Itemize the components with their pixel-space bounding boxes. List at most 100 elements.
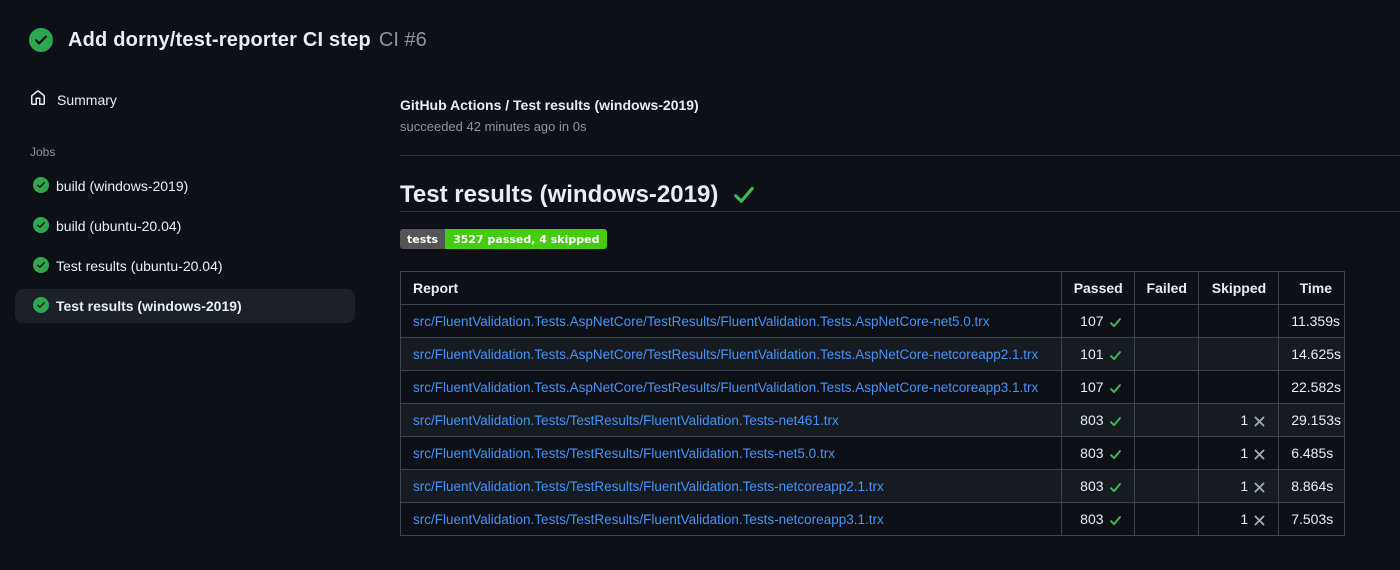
skipped-cell: 1 <box>1198 403 1280 437</box>
sidebar-job-item[interactable]: build (ubuntu-20.04) <box>15 209 355 243</box>
passed-count: 107 <box>1080 379 1104 395</box>
time-cell: 22.582s <box>1278 370 1345 404</box>
check-icon <box>1109 450 1121 460</box>
check-icon <box>1109 351 1121 361</box>
failed-cell <box>1133 469 1200 503</box>
passed-count: 803 <box>1080 511 1104 527</box>
job-label: Test results (windows-2019) <box>56 298 242 314</box>
run-header: Add dorny/test-reporter CI step CI #6 <box>29 28 427 52</box>
workflow-run-page: Add dorny/test-reporter CI step CI #6 Su… <box>0 0 1400 570</box>
skipped-count: 1 <box>1240 445 1249 461</box>
badge-value: 3527 passed, 4 skipped <box>445 229 608 249</box>
divider <box>400 155 1400 156</box>
check-run-status: succeeded 42 minutes ago in 0s <box>400 119 587 134</box>
report-link[interactable]: src/FluentValidation.Tests/TestResults/F… <box>413 446 835 461</box>
report-cell: src/FluentValidation.Tests/TestResults/F… <box>400 436 1062 470</box>
skipped-cell: 1 <box>1198 502 1280 536</box>
report-link[interactable]: src/FluentValidation.Tests.AspNetCore/Te… <box>413 314 990 329</box>
column-header-report: Report <box>400 271 1062 305</box>
skipped-cell <box>1198 337 1280 371</box>
column-header-time: Time <box>1278 271 1345 305</box>
report-cell: src/FluentValidation.Tests.AspNetCore/Te… <box>400 337 1062 371</box>
skipped-count: 1 <box>1240 412 1249 428</box>
table-row: src/FluentValidation.Tests/TestResults/F… <box>400 436 1345 470</box>
table-row: src/FluentValidation.Tests.AspNetCore/Te… <box>400 370 1345 404</box>
passed-cell: 803 <box>1060 502 1135 536</box>
main-content: GitHub Actions / Test results (windows-2… <box>400 96 1400 536</box>
report-link[interactable]: src/FluentValidation.Tests/TestResults/F… <box>413 512 884 527</box>
report-link[interactable]: src/FluentValidation.Tests.AspNetCore/Te… <box>413 380 1038 395</box>
column-header-failed: Failed <box>1133 271 1200 305</box>
report-cell: src/FluentValidation.Tests.AspNetCore/Te… <box>400 304 1062 338</box>
failed-cell <box>1133 403 1200 437</box>
x-icon <box>1254 449 1265 460</box>
passed-count: 107 <box>1080 313 1104 329</box>
sidebar-job-item[interactable]: Test results (windows-2019) <box>15 289 355 323</box>
check-circle-icon <box>29 28 53 52</box>
passed-cell: 107 <box>1060 304 1135 338</box>
failed-cell <box>1133 502 1200 536</box>
check-circle-icon <box>33 216 49 236</box>
skipped-count: 1 <box>1240 511 1249 527</box>
check-icon <box>1109 318 1121 328</box>
check-circle-icon <box>33 176 49 196</box>
report-cell: src/FluentValidation.Tests/TestResults/F… <box>400 403 1062 437</box>
report-link[interactable]: src/FluentValidation.Tests/TestResults/F… <box>413 479 884 494</box>
check-icon <box>1109 516 1121 526</box>
sidebar-item-summary[interactable]: Summary <box>30 88 390 112</box>
table-row: src/FluentValidation.Tests/TestResults/F… <box>400 502 1345 536</box>
time-cell: 14.625s <box>1278 337 1345 371</box>
passed-count: 803 <box>1080 478 1104 494</box>
x-icon <box>1254 416 1265 427</box>
skipped-count: 1 <box>1240 478 1249 494</box>
skipped-cell: 1 <box>1198 469 1280 503</box>
check-icon <box>732 183 756 207</box>
home-icon <box>30 89 46 111</box>
passed-count: 803 <box>1080 445 1104 461</box>
check-circle-icon <box>33 296 49 316</box>
job-label: build (windows-2019) <box>56 178 189 194</box>
passed-cell: 101 <box>1060 337 1135 371</box>
section-head: Test results (windows-2019) <box>400 180 1400 210</box>
check-icon <box>1109 417 1121 427</box>
results-table: Report Passed Failed Skipped Time src/Fluent… <box>400 271 1345 536</box>
results-table-header: Report Passed Failed Skipped Time <box>400 271 1345 305</box>
table-row: src/FluentValidation.Tests.AspNetCore/Te… <box>400 337 1345 371</box>
report-cell: src/FluentValidation.Tests/TestResults/F… <box>400 502 1062 536</box>
time-cell: 29.153s <box>1278 403 1345 437</box>
report-link[interactable]: src/FluentValidation.Tests/TestResults/F… <box>413 413 839 428</box>
report-link[interactable]: src/FluentValidation.Tests.AspNetCore/Te… <box>413 347 1038 362</box>
passed-cell: 107 <box>1060 370 1135 404</box>
tests-badge: tests 3527 passed, 4 skipped <box>400 229 608 249</box>
table-row: src/FluentValidation.Tests/TestResults/F… <box>400 403 1345 437</box>
badge-label: tests <box>400 229 446 249</box>
job-label: Test results (ubuntu-20.04) <box>56 258 223 274</box>
failed-cell <box>1133 304 1200 338</box>
failed-cell <box>1133 337 1200 371</box>
check-icon <box>1109 483 1121 493</box>
column-header-skipped: Skipped <box>1198 271 1280 305</box>
time-cell: 8.864s <box>1278 469 1345 503</box>
time-cell: 6.485s <box>1278 436 1345 470</box>
sidebar-job-item[interactable]: build (windows-2019) <box>15 169 355 203</box>
jobs-section-label: Jobs <box>30 145 56 159</box>
table-row: src/FluentValidation.Tests/TestResults/F… <box>400 469 1345 503</box>
job-label: build (ubuntu-20.04) <box>56 218 182 234</box>
passed-cell: 803 <box>1060 436 1135 470</box>
results-table-body: src/FluentValidation.Tests.AspNetCore/Te… <box>400 304 1345 536</box>
failed-cell <box>1133 436 1200 470</box>
passed-cell: 803 <box>1060 403 1135 437</box>
passed-cell: 803 <box>1060 469 1135 503</box>
failed-cell <box>1133 370 1200 404</box>
section-title: Test results (windows-2019) <box>400 181 719 208</box>
sidebar-job-item[interactable]: Test results (ubuntu-20.04) <box>15 249 355 283</box>
time-cell: 7.503s <box>1278 502 1345 536</box>
column-header-passed: Passed <box>1060 271 1135 305</box>
report-cell: src/FluentValidation.Tests/TestResults/F… <box>400 469 1062 503</box>
table-row: src/FluentValidation.Tests.AspNetCore/Te… <box>400 304 1345 338</box>
skipped-cell: 1 <box>1198 436 1280 470</box>
x-icon <box>1254 482 1265 493</box>
check-icon <box>1109 384 1121 394</box>
summary-label: Summary <box>57 92 117 108</box>
skipped-cell <box>1198 370 1280 404</box>
